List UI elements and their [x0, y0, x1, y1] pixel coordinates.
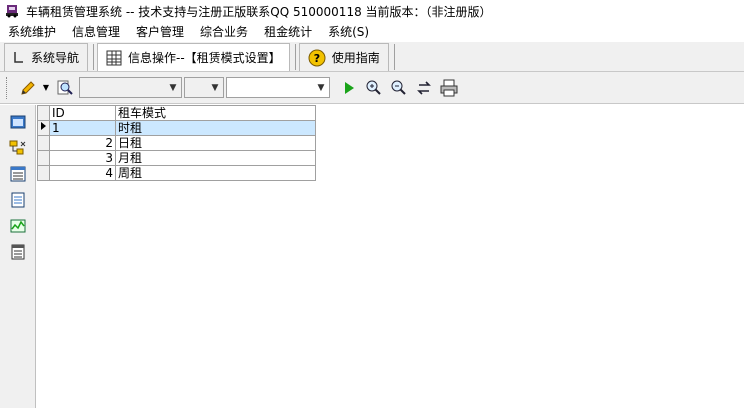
report-icon[interactable] [7, 241, 29, 263]
menu-business[interactable]: 综合业务 [192, 22, 256, 42]
table-row[interactable]: 1 时租 [37, 120, 316, 136]
grid-header-row: ID 租车模式 [37, 105, 316, 121]
menu-system-maintenance[interactable]: 系统维护 [0, 22, 64, 42]
toolbar-grip[interactable] [6, 76, 9, 99]
tab-navigator[interactable]: 系统导航 [4, 43, 89, 71]
left-toolbar [0, 105, 36, 408]
tab-divider [294, 43, 296, 70]
row-indicator-header[interactable] [37, 105, 50, 121]
run-icon[interactable] [338, 77, 360, 99]
tab-bar: 系统导航 信息操作--【租赁模式设置】 ? 使用指南 [0, 42, 744, 72]
tab-divider [93, 43, 95, 70]
grid-icon [106, 50, 122, 66]
tab-info-operation[interactable]: 信息操作--【租赁模式设置】 [97, 43, 290, 71]
field-combo[interactable]: ▼ [79, 77, 182, 98]
refresh-icon[interactable] [413, 77, 435, 99]
toolbar: ▼ ▼ ▼ ▼ [0, 72, 744, 104]
title-bar: 车辆租赁管理系统 -- 技术支持与注册正版联系QQ 510000118 当前版本… [0, 0, 744, 22]
table-row[interactable]: 2 日租 [37, 135, 316, 151]
car-app-icon [4, 3, 20, 19]
magnifier-doc-icon[interactable] [54, 77, 76, 99]
tab-divider [393, 43, 395, 70]
tab-user-guide-label: 使用指南 [331, 51, 380, 65]
chevron-down-icon[interactable]: ▼ [313, 78, 329, 97]
data-grid-area: ID 租车模式 1 时租 2 日租 3 月租 4 周租 [37, 105, 744, 408]
document-icon[interactable] [7, 189, 29, 211]
row-indicator[interactable] [37, 120, 50, 136]
chevron-down-icon[interactable]: ▼ [207, 78, 223, 97]
navigator-icon [13, 51, 25, 65]
svg-text:?: ? [313, 52, 319, 65]
menu-rent-statistics[interactable]: 租金统计 [256, 22, 320, 42]
menu-system[interactable]: 系统(S) [320, 22, 377, 42]
window-title: 车辆租赁管理系统 -- 技术支持与注册正版联系QQ 510000118 当前版本… [26, 4, 492, 19]
tab-user-guide[interactable]: ? 使用指南 [298, 43, 389, 71]
cell-id[interactable]: 3 [49, 150, 116, 166]
menu-bar: 系统维护 信息管理 客户管理 综合业务 租金统计 系统(S) [0, 22, 744, 42]
menu-customer-management[interactable]: 客户管理 [128, 22, 192, 42]
row-indicator[interactable] [37, 165, 50, 181]
table-row[interactable]: 3 月租 [37, 150, 316, 166]
print-icon[interactable] [438, 77, 460, 99]
table-row[interactable]: 4 周租 [37, 165, 316, 181]
chevron-down-icon[interactable]: ▼ [165, 78, 181, 97]
cell-id[interactable]: 2 [49, 135, 116, 151]
operator-combo[interactable]: ▼ [184, 77, 224, 98]
current-row-icon [41, 122, 46, 130]
cell-mode[interactable]: 时租 [115, 120, 316, 136]
chart-icon[interactable] [7, 215, 29, 237]
column-header-mode[interactable]: 租车模式 [115, 105, 316, 121]
tab-navigator-label: 系统导航 [31, 51, 80, 65]
search-minus-icon[interactable] [388, 77, 410, 99]
cell-mode[interactable]: 周租 [115, 165, 316, 181]
cell-id[interactable]: 4 [49, 165, 116, 181]
column-header-id[interactable]: ID [49, 105, 116, 121]
tab-info-operation-label: 信息操作--【租赁模式设置】 [128, 51, 281, 65]
cell-mode[interactable]: 日租 [115, 135, 316, 151]
value-combo[interactable]: ▼ [226, 77, 330, 98]
chevron-down-icon[interactable]: ▼ [42, 77, 50, 99]
cell-id[interactable]: 1 [49, 120, 116, 136]
form-icon[interactable] [7, 163, 29, 185]
row-indicator[interactable] [37, 135, 50, 151]
search-plus-icon[interactable] [363, 77, 385, 99]
data-grid: ID 租车模式 1 时租 2 日租 3 月租 4 周租 [37, 105, 316, 181]
help-icon: ? [308, 49, 326, 67]
row-indicator[interactable] [37, 150, 50, 166]
tree-icon[interactable] [7, 137, 29, 159]
menu-info-management[interactable]: 信息管理 [64, 22, 128, 42]
window-icon[interactable] [7, 111, 29, 133]
pencil-icon[interactable] [17, 77, 39, 99]
cell-mode[interactable]: 月租 [115, 150, 316, 166]
